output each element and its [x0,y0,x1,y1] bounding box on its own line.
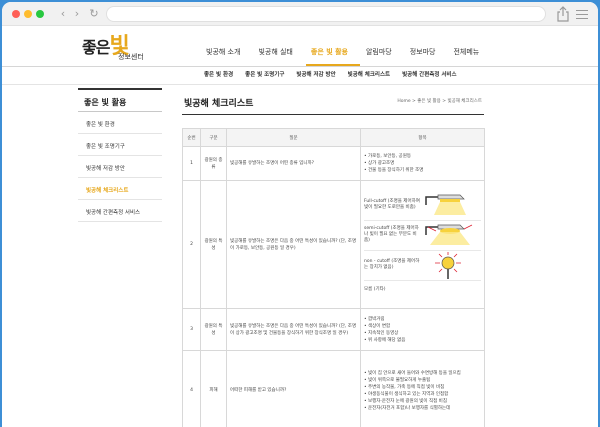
list-item: 보행자·운전자 눈에 광원의 빛이 직접 비침 [364,398,481,405]
gnb-item-notices[interactable]: 알림마당 [357,46,401,58]
row-question: 빛공해를 유발하는 조명은 다음 중 어떤 특성이 있습니까? (단, 조명이 … [226,180,361,309]
list-item: 상가 광고조명 [364,160,481,167]
row-no: 4 [182,350,201,427]
unknown-option: 모름 (기타) [364,286,386,292]
row-no: 2 [182,180,201,309]
sidebar-item-good-light-fixtures[interactable]: 좋은 빛 조명기구 [78,134,162,156]
table-header-row: 순번 구분 질문 항목 [182,128,485,147]
gnb-active-indicator [306,64,360,66]
page-title: 빛공해 체크리스트 [184,99,254,109]
browser-window: ‹ › ↻ 좋은빛 정보센터 빛공해 소개 빛공해 실태 좋은 빛 활용 알림마… [2,2,598,427]
row-question: 어떠한 피해를 받고 있습니까? [226,350,361,427]
row-no: 3 [182,308,201,351]
row-items: 빛이 집 안으로 새어 들어와 수면방해 등을 일으킴 빛이 위쪽으로 불필요하… [360,350,485,427]
header-items: 항목 [360,128,485,147]
sub-navigation: 좋은 빛 환경 좋은 빛 조명기구 빛공해 저감 방안 빛공해 체크리스트 빛공… [198,70,463,80]
header-question: 질문 [226,128,361,147]
list-item: 야생동식물이 생식하고 있는 지역과 인접함 [364,391,481,398]
reload-icon[interactable]: ↻ [87,6,101,22]
checklist-table: 순번 구분 질문 항목 1 광원의 종류 빛공해를 유발하는 조명이 어떤 종류… [182,128,485,427]
header-no: 순번 [182,128,201,147]
lnb-item-good-light-fixtures[interactable]: 좋은 빛 조명기구 [239,70,290,80]
list-item: 색상이 변함 [364,323,481,330]
back-icon[interactable]: ‹ [56,6,70,22]
row-question: 빛공해를 유발하는 조명이 어떤 종류 입니까? [226,146,361,181]
gnb-item-light-pollution-status[interactable]: 빛공해 실태 [249,46,301,58]
non-cutoff-option: non - cutoff (조명을 제어하는 장치가 없음) [364,251,481,281]
list-item: 주변의 농작물, 가축 등에 직접 빛이 비침 [364,384,481,391]
address-bar[interactable] [106,6,546,22]
full-cutoff-option: Full-cutoff (조명을 제어하여 빛이 필요한 도로만을 비춤) [364,191,481,221]
maximize-window-button[interactable] [36,10,44,18]
site-header: 좋은빛 정보센터 빛공해 소개 빛공해 실태 좋은 빛 활용 알림마당 정보마당… [2,26,598,85]
semi-cutoff-label: semi-cutoff (조명을 제어하나 빛이 필요 없는 부분도 비춤) [364,226,419,243]
logo-subtitle: 정보센터 [118,53,144,61]
gnb-item-info[interactable]: 정보마당 [401,46,445,58]
list-item: 지속적인 동영상 [364,330,481,337]
row-items: Full-cutoff (조명을 제어하여 빛이 필요한 도로만을 비춤) se… [360,180,485,309]
row-items: 가로등, 보안등, 공원등 상가 광고조명 건물 등을 장식하기 위한 조명 [360,146,485,181]
main-navigation: 빛공해 소개 빛공해 실태 좋은 빛 활용 알림마당 정보마당 전체메뉴 [197,46,488,58]
full-cutoff-label: Full-cutoff (조명을 제어하여 빛이 필요한 도로만을 비춤) [364,199,420,210]
sidebar-item-reduction-plan[interactable]: 빛공해 저감 방안 [78,156,162,178]
list-item: 운전자(자전거 포함)나 보행자를 식별하는데 [364,405,481,412]
row-category: 광원의 특성 [200,308,227,351]
sidebar-item-checklist[interactable]: 빛공해 체크리스트 [78,178,162,200]
row-no: 1 [182,146,201,181]
table-row: 1 광원의 종류 빛공해를 유발하는 조명이 어떤 종류 입니까? 가로등, 보… [182,146,485,181]
gnb-item-good-light-use[interactable]: 좋은 빛 활용 [302,46,357,58]
lnb-item-good-light-environment[interactable]: 좋은 빛 환경 [198,70,239,80]
row-category: 피해 [200,350,227,427]
table-row: 3 광원의 특성 빛공해를 유발하는 조명은 다음 중 어떤 특성이 있습니까?… [182,308,485,351]
sidebar-item-measurement-service[interactable]: 빛공해 간편측정 서비스 [78,200,162,222]
lnb-divider [2,84,598,85]
minimize-window-button[interactable] [24,10,32,18]
close-window-button[interactable] [12,10,20,18]
row-category: 광원의 특성 [200,180,227,309]
list-item: 위 사항에 해당 없음 [364,337,481,344]
list-item: 빛이 위쪽으로 불필요하게 누출됨 [364,377,481,384]
lnb-item-measurement-service[interactable]: 빛공해 간편측정 서비스 [396,70,462,80]
sidebar-item-good-light-environment[interactable]: 좋은 빛 환경 [78,112,162,134]
share-icon[interactable] [556,6,570,22]
gnb-item-light-pollution-intro[interactable]: 빛공해 소개 [197,46,249,58]
header-category: 구분 [200,128,227,147]
browser-toolbar: ‹ › ↻ [2,2,598,26]
row-question: 빛공해를 유발하는 조명은 다음 중 어떤 특성이 있습니까? (단, 조명이 … [226,308,361,351]
list-item: 가로등, 보안등, 공원등 [364,153,481,160]
lnb-item-checklist[interactable]: 빛공해 체크리스트 [342,70,396,80]
full-cutoff-lamp-icon [425,194,466,215]
semi-cutoff-lamp-icon [425,224,473,245]
list-item: 빛이 집 안으로 새어 들어와 수면방해 등을 일으킴 [364,370,481,377]
sidebar: 좋은 빛 활용 좋은 빛 환경 좋은 빛 조명기구 빛공해 저감 방안 빛공해 … [78,88,162,222]
non-cutoff-lamp-icon [435,252,461,279]
breadcrumb: Home > 좋은 빛 활용 > 빛공해 체크리스트 [397,99,482,104]
row-items: 깜박거림 색상이 변함 지속적인 동영상 위 사항에 해당 없음 [360,308,485,351]
title-divider [182,114,484,115]
semi-cutoff-option: semi-cutoff (조명을 제어하나 빛이 필요 없는 부분도 비춤) [364,221,481,251]
forward-icon[interactable]: › [70,6,84,22]
logo-text-1: 좋은 [82,38,110,57]
sidebar-title: 좋은 빛 활용 [78,88,162,112]
gnb-divider [2,66,598,67]
table-row: 4 피해 어떠한 피해를 받고 있습니까? 빛이 집 안으로 새어 들어와 수면… [182,350,485,427]
non-cutoff-label: non - cutoff (조명을 제어하는 장치가 없음) [364,259,420,270]
table-row: 2 광원의 특성 빛공해를 유발하는 조명은 다음 중 어떤 특성이 있습니까?… [182,180,485,309]
gnb-item-all-menu[interactable]: 전체메뉴 [444,46,488,58]
list-item: 건물 등을 장식하기 위한 조명 [364,167,481,174]
list-item: 깜박거림 [364,316,481,323]
lnb-item-reduction-plan[interactable]: 빛공해 저감 방안 [290,70,341,80]
row-category: 광원의 종류 [200,146,227,181]
hamburger-menu-icon[interactable] [576,7,588,21]
